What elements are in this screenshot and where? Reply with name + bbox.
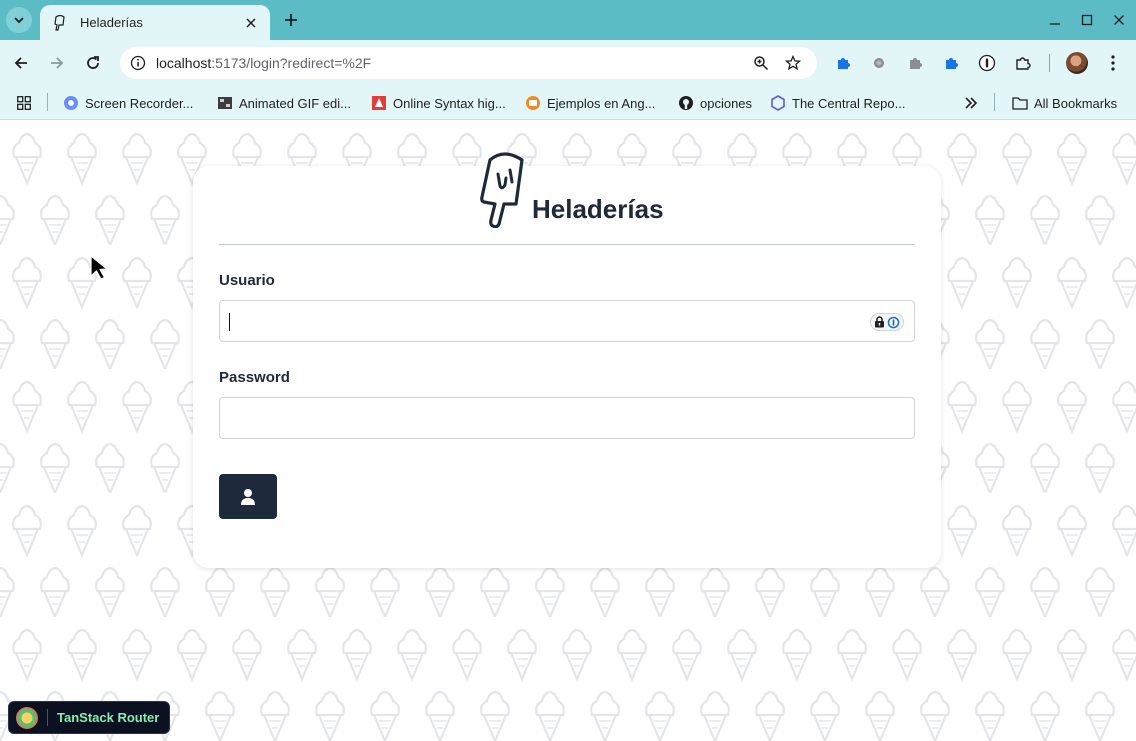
plus-icon (285, 14, 297, 26)
bookmark-item[interactable]: Online Syntax hig... (371, 92, 506, 114)
bookmark-label: Animated GIF edi... (239, 95, 351, 111)
zoom-icon[interactable] (749, 51, 773, 75)
bookmarks-divider (47, 93, 48, 111)
apps-grid-button[interactable] (16, 92, 38, 114)
url-host: localhost (156, 55, 212, 71)
brand-header: Heladerías (478, 152, 664, 228)
text-caret (229, 313, 230, 331)
more-bookmarks-button[interactable] (963, 92, 985, 114)
bookmark-label: Online Syntax hig... (393, 95, 506, 111)
extension-puzzle-gray-icon[interactable] (903, 51, 927, 75)
user-icon (241, 488, 255, 505)
reload-button[interactable] (81, 51, 105, 75)
header-divider (219, 244, 915, 245)
login-card: Heladerías Usuario Password (193, 152, 941, 568)
apps-grid-icon (16, 95, 32, 111)
popsicle-icon (480, 152, 524, 228)
browser-tab[interactable]: Heladerías (40, 5, 270, 40)
address-bar[interactable]: localhost:5173/login?redirect=%2F (120, 47, 817, 79)
minimize-icon (1050, 23, 1060, 25)
all-bookmarks-button[interactable]: All Bookmarks (1012, 92, 1117, 114)
kebab-menu-icon[interactable] (1101, 51, 1125, 75)
all-bookmarks-label: All Bookmarks (1034, 95, 1118, 111)
page-viewport: Heladerías Usuario Password TanStack Rou… (0, 121, 1136, 741)
devtools-label: TanStack Router (57, 710, 160, 725)
github-icon (678, 95, 694, 111)
brand-title: Heladerías (532, 194, 664, 224)
username-label: Usuario (219, 272, 275, 289)
tanstack-logo-icon (16, 706, 38, 729)
bookmark-item[interactable]: opciones (678, 92, 752, 114)
extension-puzzle-blue-icon[interactable] (831, 51, 855, 75)
tab-title: Heladerías (80, 15, 143, 30)
username-field[interactable] (219, 300, 915, 342)
forward-button[interactable] (45, 51, 69, 75)
extension-record-icon[interactable] (867, 51, 891, 75)
close-tab-icon[interactable] (242, 14, 260, 32)
toolbar-divider (1049, 54, 1050, 72)
tab-strip: Heladerías (0, 0, 1136, 40)
login-button[interactable] (219, 474, 277, 519)
close-window-button[interactable] (1109, 10, 1129, 30)
site-info-icon[interactable] (122, 47, 154, 79)
arrow-right-icon (51, 57, 64, 69)
popsicle-favicon-icon (52, 14, 68, 31)
folder-icon (1012, 95, 1028, 111)
password-label: Password (219, 369, 290, 386)
reload-icon (87, 56, 99, 69)
password-manager-fill-button[interactable] (870, 313, 904, 331)
password-field[interactable] (219, 397, 915, 439)
devtools-divider (47, 709, 48, 726)
profile-avatar[interactable] (1066, 52, 1088, 74)
bookmark-item[interactable]: The Central Repo... (770, 92, 905, 114)
tanstack-router-devtools-button[interactable]: TanStack Router (8, 701, 170, 734)
arrow-left-icon (14, 57, 27, 69)
gif-editor-icon (217, 95, 233, 111)
url-path: :5173/login?redirect=%2F (211, 55, 372, 71)
url-text: localhost:5173/login?redirect=%2F (156, 55, 371, 71)
bookmark-label: The Central Repo... (792, 95, 906, 111)
bookmark-label: Screen Recorder... (85, 95, 194, 111)
bookmark-item[interactable]: Screen Recorder... (63, 92, 193, 114)
maximize-button[interactable] (1077, 10, 1097, 30)
bookmarks-divider (994, 93, 995, 111)
extension-puzzle-icon[interactable] (939, 51, 963, 75)
password-manager-icon (887, 316, 900, 328)
minimize-button[interactable] (1045, 10, 1065, 30)
bookmark-label: opciones (700, 95, 753, 111)
extensions-menu-icon[interactable] (1011, 51, 1035, 75)
bookmark-item[interactable]: Animated GIF edi... (217, 92, 351, 114)
screen-recorder-icon (63, 95, 79, 111)
star-icon[interactable] (781, 51, 805, 75)
back-button[interactable] (9, 51, 33, 75)
bookmark-label: Ejemplos en Ang... (547, 95, 656, 111)
chevron-double-right-icon (963, 95, 979, 111)
mouse-cursor-icon (90, 255, 108, 280)
browser-toolbar: localhost:5173/login?redirect=%2F (0, 40, 1136, 85)
password-manager-icon[interactable] (975, 51, 999, 75)
tab-search-button[interactable] (6, 7, 32, 33)
close-icon (1114, 15, 1124, 25)
bookmarks-bar: Screen Recorder... Animated GIF edi... O… (0, 85, 1136, 120)
bookmark-item[interactable]: Ejemplos en Ang... (525, 92, 655, 114)
chevron-down-icon (14, 17, 24, 24)
lock-icon (875, 316, 884, 328)
maximize-icon (1081, 14, 1093, 26)
syntax-highlighter-icon (371, 95, 387, 111)
hexagon-icon (770, 95, 786, 111)
new-tab-button[interactable] (280, 9, 302, 31)
angular-examples-icon (525, 95, 541, 111)
